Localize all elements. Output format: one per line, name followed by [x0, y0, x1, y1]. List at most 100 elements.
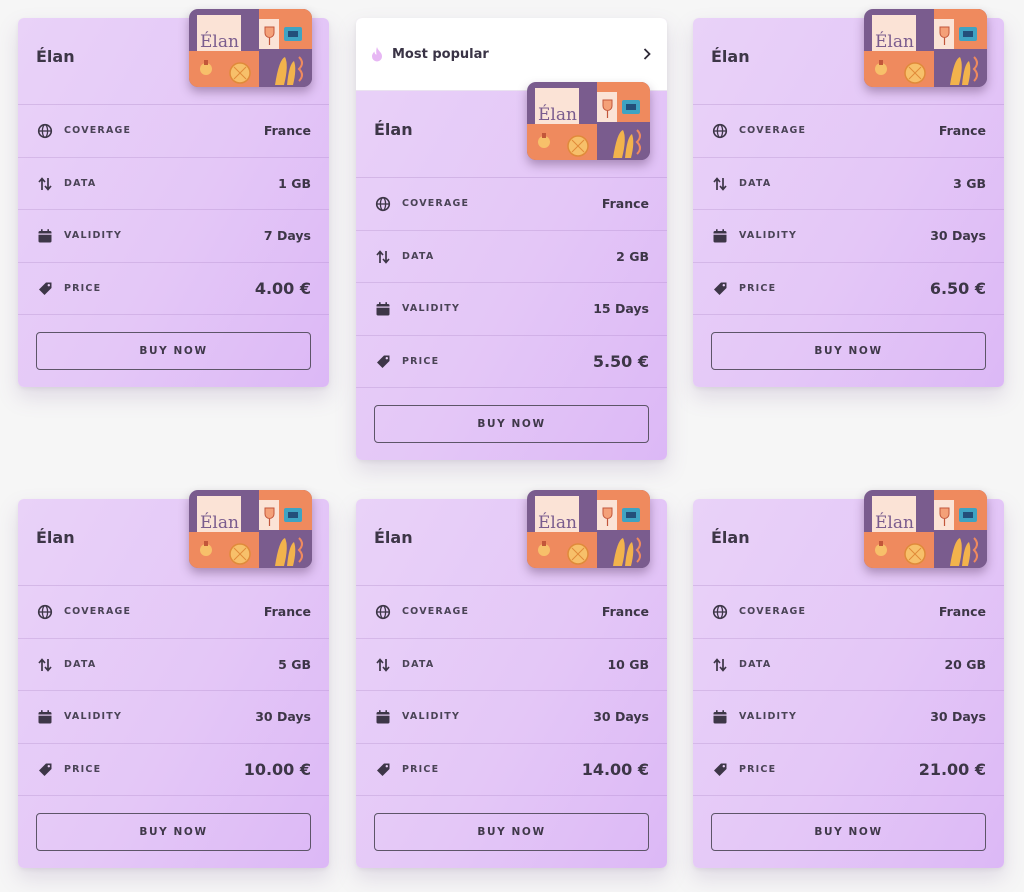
- plan-card[interactable]: Élan Élan: [18, 490, 329, 868]
- price-label: PRICE: [64, 282, 102, 294]
- validity-label: VALIDITY: [402, 711, 461, 722]
- most-popular-banner[interactable]: Most popular: [356, 18, 667, 91]
- plan-brand-name: Élan: [711, 528, 750, 547]
- price-tag-icon: [714, 282, 727, 295]
- data-row: DATA 10 GB: [356, 639, 667, 691]
- calendar-icon: [376, 710, 390, 724]
- flame-icon: [372, 47, 382, 62]
- validity-row: VALIDITY 30 Days: [693, 210, 1004, 263]
- svg-text:Élan: Élan: [538, 512, 577, 533]
- buy-now-button[interactable]: BUY NOW: [374, 405, 649, 443]
- buy-now-button[interactable]: BUY NOW: [36, 813, 311, 851]
- plan-card[interactable]: Élan Élan: [18, 9, 329, 387]
- buy-now-button[interactable]: BUY NOW: [374, 813, 649, 851]
- buy-now-button[interactable]: BUY NOW: [36, 332, 311, 370]
- coverage-value: France: [263, 604, 311, 619]
- validity-row: VALIDITY 15 Days: [356, 283, 667, 336]
- buy-now-button[interactable]: BUY NOW: [711, 332, 986, 370]
- validity-label: VALIDITY: [402, 303, 461, 314]
- esim-card-illustration: Élan: [527, 82, 650, 160]
- coverage-row: COVERAGE France: [693, 105, 1004, 158]
- coverage-value: France: [263, 123, 311, 138]
- price-tag-icon: [39, 282, 52, 295]
- data-value: 20 GB: [944, 656, 986, 672]
- data-value: 10 GB: [607, 656, 649, 672]
- price-tag-icon: [714, 763, 727, 776]
- price-value: 4.00 €: [254, 278, 311, 298]
- validity-value: 30 Days: [930, 709, 986, 724]
- price-tag-icon: [39, 763, 52, 776]
- data-row: DATA 3 GB: [693, 158, 1004, 210]
- price-row: PRICE 5.50 €: [356, 336, 667, 388]
- price-label: PRICE: [739, 763, 777, 775]
- plan-card[interactable]: Élan Élan: [693, 490, 1004, 868]
- price-value: 21.00 €: [918, 759, 986, 779]
- up-down-arrows-icon: [38, 176, 52, 191]
- price-label: PRICE: [739, 282, 777, 294]
- data-value: 3 GB: [953, 175, 986, 191]
- plan-card[interactable]: Élan Élan: [693, 9, 1004, 387]
- buy-now-button[interactable]: BUY NOW: [711, 813, 986, 851]
- card-header: Élan Élan: [356, 490, 667, 586]
- chevron-right-icon[interactable]: [642, 47, 652, 61]
- svg-text:Élan: Élan: [200, 31, 239, 52]
- data-value: 2 GB: [616, 248, 649, 264]
- coverage-value: France: [601, 604, 649, 619]
- plan-brand-name: Élan: [36, 47, 75, 66]
- coverage-row: COVERAGE France: [356, 178, 667, 231]
- svg-text:Élan: Élan: [875, 31, 914, 52]
- globe-icon: [37, 604, 53, 620]
- esim-card-illustration: Élan: [189, 9, 312, 87]
- card-header: Élan Élan: [356, 82, 667, 178]
- data-value: 5 GB: [278, 656, 311, 672]
- coverage-label: COVERAGE: [402, 198, 470, 209]
- validity-value: 15 Days: [593, 301, 649, 316]
- up-down-arrows-icon: [38, 657, 52, 672]
- plan-brand-name: Élan: [36, 528, 75, 547]
- price-label: PRICE: [402, 355, 440, 367]
- plan-card[interactable]: Élan Élan: [356, 490, 667, 868]
- coverage-row: COVERAGE France: [18, 105, 329, 158]
- price-tag-icon: [377, 763, 390, 776]
- coverage-label: COVERAGE: [739, 125, 807, 136]
- esim-card-illustration: Élan: [189, 490, 312, 568]
- card-header: Élan Élan: [693, 9, 1004, 105]
- validity-value: 7 Days: [263, 228, 311, 243]
- data-row: DATA 2 GB: [356, 231, 667, 283]
- coverage-value: France: [601, 196, 649, 211]
- price-value: 5.50 €: [592, 351, 649, 371]
- validity-label: VALIDITY: [739, 711, 798, 722]
- card-header: Élan Élan: [18, 9, 329, 105]
- calendar-icon: [38, 710, 52, 724]
- plan-card-most-popular[interactable]: Most popular Élan Élan COVERAGE France D…: [356, 18, 667, 460]
- data-label: DATA: [64, 658, 97, 670]
- esim-card-illustration: Élan: [864, 490, 987, 568]
- data-label: DATA: [402, 658, 435, 670]
- coverage-row: COVERAGE France: [693, 586, 1004, 639]
- price-value: 10.00 €: [243, 759, 311, 779]
- price-row: PRICE 10.00 €: [18, 744, 329, 796]
- data-label: DATA: [402, 250, 435, 262]
- up-down-arrows-icon: [376, 249, 390, 264]
- coverage-value: France: [938, 123, 986, 138]
- price-tag-icon: [377, 355, 390, 368]
- svg-text:Élan: Élan: [875, 512, 914, 533]
- up-down-arrows-icon: [713, 657, 727, 672]
- coverage-label: COVERAGE: [739, 606, 807, 617]
- price-row: PRICE 4.00 €: [18, 263, 329, 315]
- validity-value: 30 Days: [593, 709, 649, 724]
- globe-icon: [375, 604, 391, 620]
- globe-icon: [712, 123, 728, 139]
- plan-brand-name: Élan: [374, 528, 413, 547]
- up-down-arrows-icon: [713, 176, 727, 191]
- data-row: DATA 5 GB: [18, 639, 329, 691]
- data-row: DATA 20 GB: [693, 639, 1004, 691]
- data-value: 1 GB: [278, 175, 311, 191]
- plan-brand-name: Élan: [374, 120, 413, 139]
- validity-label: VALIDITY: [64, 711, 123, 722]
- svg-text:Élan: Élan: [538, 104, 577, 125]
- validity-value: 30 Days: [255, 709, 311, 724]
- coverage-label: COVERAGE: [64, 125, 132, 136]
- price-row: PRICE 21.00 €: [693, 744, 1004, 796]
- calendar-icon: [713, 710, 727, 724]
